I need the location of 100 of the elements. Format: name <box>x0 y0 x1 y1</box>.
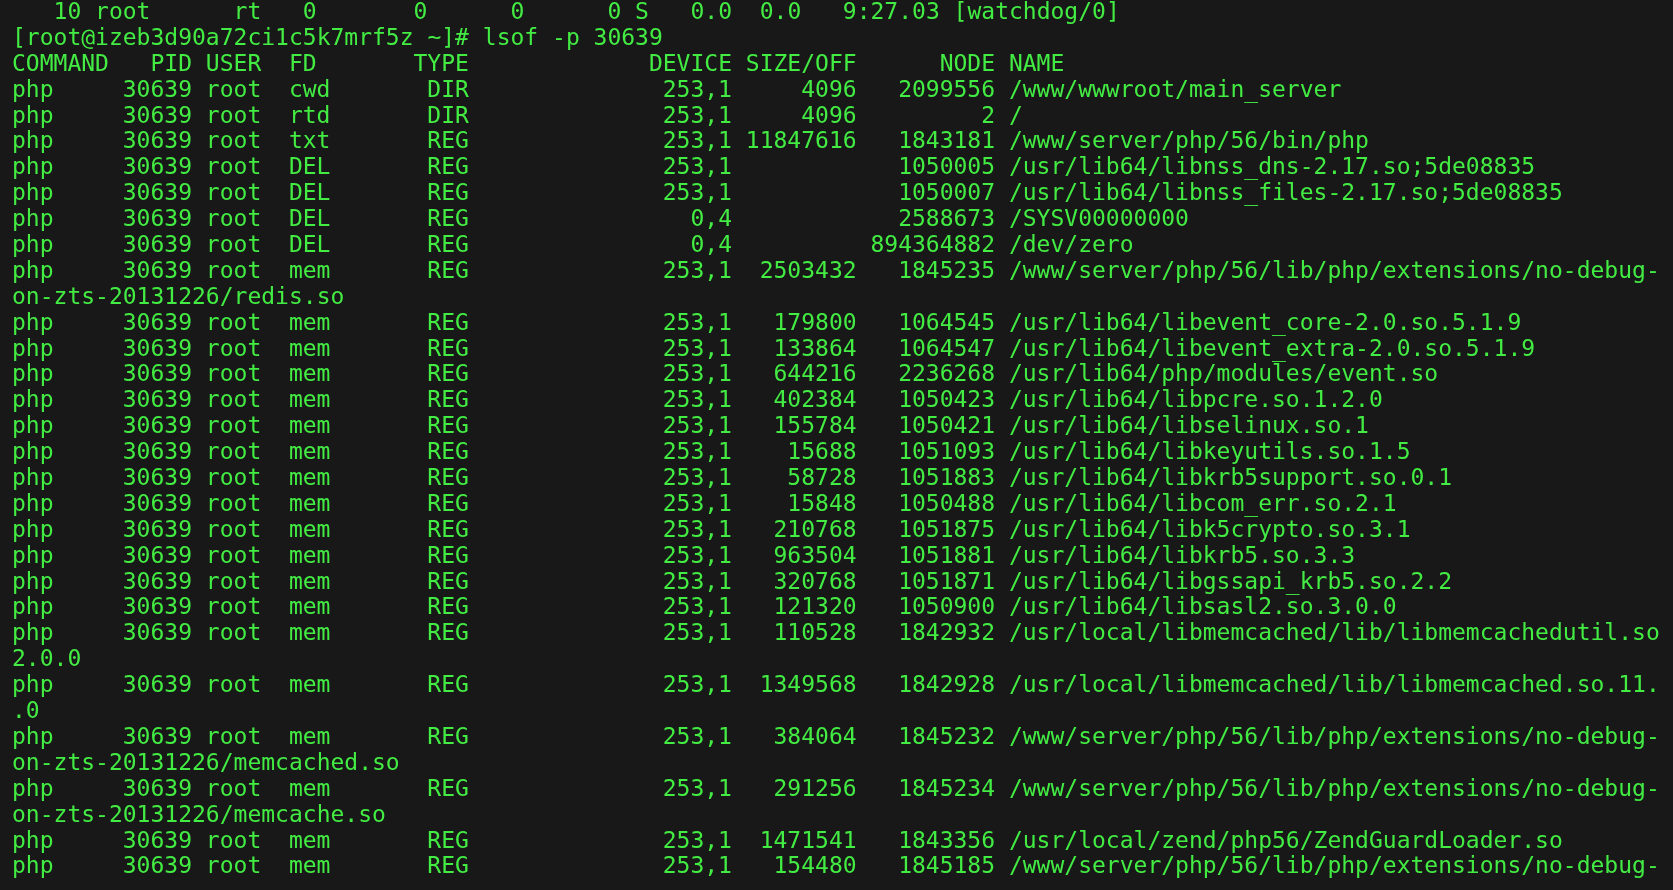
table-cell: / <box>1008 102 1023 129</box>
table-cell-text: 402384 <box>772 387 857 414</box>
table-cell-text: mem <box>288 853 332 880</box>
table-cell: root <box>205 620 262 647</box>
table-cell: /usr/lib64/libnss_files-2.17.so;5de08835 <box>1008 180 1563 207</box>
table-cell: on-zts-20131226/redis.so <box>12 283 345 310</box>
table-cell: /usr/lib64/libgssapi_krb5.so.2.2 <box>1008 568 1452 595</box>
table-cell-text: 253,1 <box>661 128 732 155</box>
table-cell-text: 253,1 <box>661 594 732 621</box>
table-cell: root <box>205 516 262 543</box>
table-cell: .0 <box>12 698 40 724</box>
table-cell-text: php <box>12 206 55 232</box>
column-header: PID <box>149 50 192 77</box>
table-cell: root <box>205 361 262 388</box>
table-cell: /usr/local/libmemcached/lib/libmemcachedutil.so <box>1008 620 1660 647</box>
table-cell-text: mem <box>288 361 332 388</box>
table-cell: 30639 <box>122 775 192 802</box>
table-cell: /usr/local/zend/php56/ZendGuardLoader.so <box>1008 827 1563 854</box>
table-cell-text: 1842928 <box>897 672 996 699</box>
table-cell: /www/server/php/56/lib/php/extensions/no-debug- <box>1008 775 1660 802</box>
table-cell: 30639 <box>122 853 192 880</box>
table-cell-text: php <box>12 257 55 284</box>
table-cell: /usr/lib64/libsasl2.so.3.0.0 <box>1008 594 1397 621</box>
table-cell-text: REG <box>426 827 469 854</box>
table-cell-text: 1845232 <box>897 723 996 750</box>
table-cell-text: 1051871 <box>897 568 996 595</box>
table-cell-text: 963504 <box>772 542 857 569</box>
table-cell: root <box>205 309 262 336</box>
table-cell-text: php <box>12 568 55 595</box>
table-cell-text: php <box>12 594 55 621</box>
table-cell-text: 253,1 <box>661 102 732 129</box>
table-cell-text: 1064547 <box>897 335 996 362</box>
table-cell: /usr/lib64/libk5crypto.so.3.1 <box>1008 516 1411 543</box>
terminal-line: 10 root rt 0 0 0 0 S 0.0 0.0 9:27.03 [watchdog/0] <box>52 0 1120 25</box>
table-cell-text: php <box>12 154 55 181</box>
table-cell-text: 2588673 <box>897 206 996 232</box>
table-cell-text: 1050005 <box>897 154 996 181</box>
table-cell-text: 1843181 <box>897 128 996 155</box>
table-cell-text: php <box>12 542 55 569</box>
table-cell-text: 210768 <box>772 516 857 543</box>
table-cell-text: 253,1 <box>661 620 732 647</box>
table-cell-text: php <box>12 180 55 207</box>
table-cell-text: 1050421 <box>897 413 996 440</box>
column-header: DEVICE <box>647 50 732 77</box>
table-cell: 30639 <box>122 76 192 103</box>
table-cell-text: 1051093 <box>897 439 996 466</box>
table-cell: /usr/lib64/libnss_dns-2.17.so;5de08835 <box>1008 154 1536 181</box>
table-cell-text: 0,4 <box>689 232 732 258</box>
table-cell-text: REG <box>426 853 469 880</box>
table-cell: /usr/lib64/libkrb5.so.3.3 <box>1008 542 1356 569</box>
table-cell: 30639 <box>122 620 192 647</box>
table-cell-text: REG <box>426 232 469 258</box>
table-cell-text: 1845235 <box>897 257 996 284</box>
table-cell-text: 110528 <box>772 620 857 647</box>
table-cell: /usr/lib64/libevent_core-2.0.so.5.1.9 <box>1008 309 1522 336</box>
table-cell: /www/wwwroot/main_server <box>1008 76 1342 103</box>
table-cell-text: 253,1 <box>661 154 732 181</box>
table-cell-text: 253,1 <box>661 568 732 595</box>
table-cell-text: php <box>12 490 55 517</box>
table-cell-text: 1050007 <box>897 180 996 207</box>
table-cell: 30639 <box>122 335 192 362</box>
table-cell-text: 384064 <box>772 723 857 750</box>
table-cell-text: rtd <box>288 102 332 129</box>
table-cell: 30639 <box>122 232 192 258</box>
table-cell-text: mem <box>288 465 332 491</box>
table-cell-text: DEL <box>288 206 332 232</box>
table-cell: /usr/lib64/php/modules/event.so <box>1008 361 1439 388</box>
table-cell-text: php <box>12 309 55 336</box>
table-cell: root <box>205 775 262 802</box>
table-cell: 30639 <box>122 128 192 155</box>
table-cell-text: REG <box>426 206 469 232</box>
table-cell-text: php <box>12 723 55 750</box>
table-cell-text: 253,1 <box>661 257 732 284</box>
table-cell: root <box>205 439 262 466</box>
table-cell-text: txt <box>288 128 332 155</box>
table-cell: 30639 <box>122 827 192 854</box>
table-cell-text: php <box>12 361 55 388</box>
table-cell-text: php <box>12 439 55 466</box>
table-cell: /usr/local/libmemcached/lib/libmemcached.so.11. <box>1008 672 1660 699</box>
table-cell-text: 253,1 <box>661 361 732 388</box>
table-cell-text: mem <box>288 594 332 621</box>
table-cell-text: DIR <box>426 102 469 129</box>
table-cell-text: mem <box>288 439 332 466</box>
table-cell-text: 253,1 <box>661 387 732 414</box>
table-cell: 30639 <box>122 465 192 491</box>
table-cell-text: php <box>12 853 55 880</box>
table-cell-text: 4096 <box>800 102 857 129</box>
table-cell-text: php <box>12 232 55 258</box>
table-cell-text: 894364882 <box>869 232 996 258</box>
table-cell-text: 253,1 <box>661 775 732 802</box>
table-cell-text: 2099556 <box>897 76 996 103</box>
table-cell-text: REG <box>426 465 469 491</box>
table-cell: 30639 <box>122 723 192 750</box>
table-cell: 30639 <box>122 672 192 699</box>
table-cell-text: 1845234 <box>897 775 996 802</box>
table-cell: root <box>205 723 262 750</box>
table-cell-text: 58728 <box>786 465 857 491</box>
table-cell: /usr/lib64/libpcre.so.1.2.0 <box>1008 387 1383 414</box>
table-cell: root <box>205 102 262 129</box>
column-header: NAME <box>1008 50 1065 77</box>
